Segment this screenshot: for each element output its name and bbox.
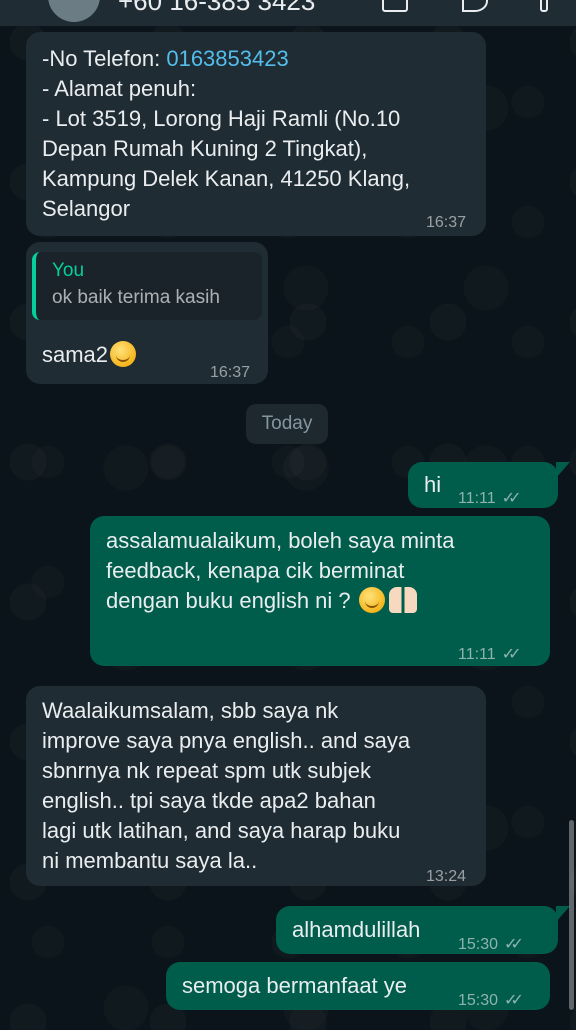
chat-header[interactable]: +60 16-385 3423 (0, 0, 576, 26)
message-time: 15:30 ✓✓ (458, 986, 524, 1016)
message-text-line: sama2 (42, 342, 109, 367)
quote-text: ok baik terima kasih (52, 287, 220, 308)
quoted-message[interactable]: You ok baik terima kasih (32, 252, 262, 320)
bubble-tail (556, 906, 570, 922)
message-text: semoga bermanfaat ye (182, 973, 408, 998)
voice-call-icon[interactable] (462, 0, 488, 12)
message-bubble-outgoing[interactable]: assalamualaikum, boleh saya minta feedba… (90, 516, 550, 666)
message-time: 11:11 ✓✓ (458, 640, 522, 670)
message-time: 16:37 (210, 364, 251, 381)
message-text: -No Telefon: 0163853423 - Alamat penuh: … (42, 44, 472, 224)
message-time-value: 15:30 (458, 992, 499, 1009)
read-ticks-icon: ✓✓ (501, 490, 522, 507)
avatar[interactable] (48, 0, 100, 22)
message-text-line: -No Telefon: (42, 46, 167, 71)
message-time-value: 15:30 (458, 936, 499, 953)
smiling-face-icon (358, 587, 385, 613)
message-time: 15:30 ✓✓ (458, 930, 524, 960)
message-text: assalamualaikum, boleh saya minta feedba… (106, 526, 536, 616)
message-time-value: 11:11 (458, 646, 496, 663)
video-call-icon[interactable] (382, 0, 408, 12)
phone-link[interactable]: 0163853423 (166, 46, 288, 71)
message-text: sama2 (42, 340, 137, 370)
message-time-value: 11:11 (458, 490, 496, 507)
message-text: hi (424, 472, 442, 497)
raising-hands-icon (388, 587, 417, 613)
message-bubble-outgoing[interactable]: alhamdulillah 15:30 ✓✓ (276, 906, 558, 954)
quote-author: You (52, 260, 85, 281)
message-time: 16:37 (426, 214, 467, 231)
message-text: alhamdulillah (292, 917, 421, 942)
read-ticks-icon: ✓✓ (504, 936, 524, 953)
contact-name[interactable]: +60 16-385 3423 (118, 0, 315, 17)
scrollbar[interactable] (569, 820, 574, 1010)
message-time: 11:11 ✓✓ (458, 484, 522, 514)
message-bubble-outgoing[interactable]: hi 11:11 ✓✓ (408, 462, 558, 508)
read-ticks-icon: ✓✓ (501, 646, 522, 663)
message-bubble-incoming[interactable]: -No Telefon: 0163853423 - Alamat penuh: … (26, 32, 486, 236)
read-ticks-icon: ✓✓ (504, 992, 524, 1009)
smiling-face-icon (110, 341, 137, 367)
bubble-tail (556, 462, 570, 478)
menu-icon[interactable] (540, 0, 548, 12)
date-divider: Today (246, 404, 328, 444)
message-bubble-incoming[interactable]: Waalaikumsalam, sbb saya nk improve saya… (26, 686, 486, 886)
message-bubble-incoming[interactable]: You ok baik terima kasih sama2 16:37 (26, 242, 268, 384)
message-text: Waalaikumsalam, sbb saya nk improve saya… (42, 698, 411, 873)
message-text-body: - Alamat penuh: - Lot 3519, Lorong Haji … (42, 76, 411, 221)
message-time: 13:24 (426, 868, 467, 885)
message-bubble-outgoing[interactable]: semoga bermanfaat ye 15:30 ✓✓ (166, 962, 550, 1010)
